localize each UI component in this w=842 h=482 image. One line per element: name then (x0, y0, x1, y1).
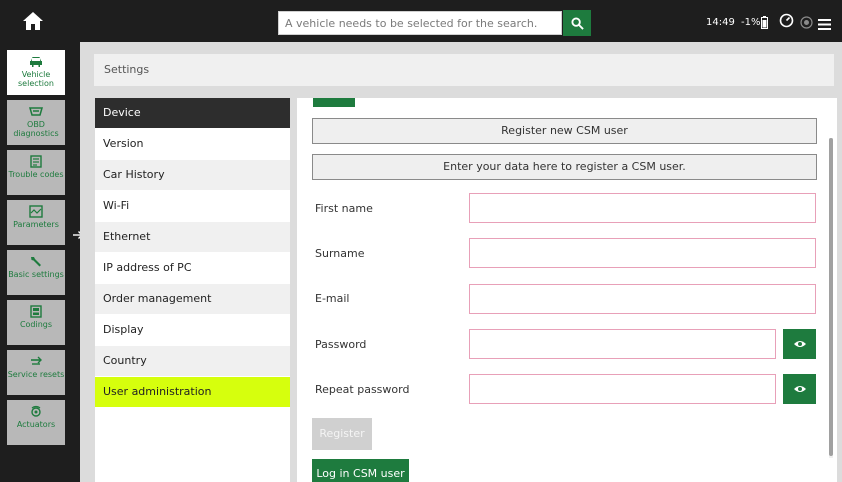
sidebar-item-label: Codings (19, 320, 53, 329)
search-box (278, 11, 562, 35)
main-area: Settings Device Version Car History Wi-F… (80, 42, 842, 482)
search-input[interactable] (279, 12, 561, 35)
menu-item-user-administration[interactable]: User administration (95, 377, 290, 407)
sidebar-item-codings[interactable]: Codings (7, 300, 65, 345)
battery-percent: -1% (741, 17, 761, 28)
menu-item-device[interactable]: Device (95, 98, 290, 128)
service-reset-icon (31, 356, 42, 365)
menu-item-order-management[interactable]: Order management (95, 284, 290, 314)
parameters-icon (29, 205, 43, 218)
obd-connector-icon (29, 107, 43, 116)
search-icon (570, 16, 584, 30)
sidebar: Vehicle selection OBD diagnostics Troubl… (0, 42, 70, 482)
surname-field[interactable] (469, 238, 816, 268)
sidebar-item-basic-settings[interactable]: Basic settings (7, 250, 65, 295)
clock: 14:49 (706, 17, 735, 28)
password-field[interactable] (469, 329, 776, 359)
menu-item-car-history[interactable]: Car History (95, 160, 290, 190)
sidebar-item-label: Service resets (7, 370, 65, 379)
home-icon[interactable] (22, 10, 44, 32)
surname-label: Surname (315, 247, 365, 260)
menu-item-country[interactable]: Country (95, 346, 290, 376)
show-password-button[interactable] (783, 329, 816, 359)
email-field[interactable] (469, 284, 816, 314)
user-admin-panel: Register new CSM user Enter your data he… (297, 98, 837, 482)
sidebar-item-actuators[interactable]: Actuators (7, 400, 65, 445)
car-icon (30, 57, 42, 67)
green-button-partial[interactable] (313, 98, 355, 107)
menu-item-display[interactable]: Display (95, 315, 290, 345)
sidebar-item-vehicle-selection[interactable]: Vehicle selection (7, 50, 65, 95)
password-label: Password (315, 338, 367, 351)
menu-item-wifi[interactable]: Wi-Fi (95, 191, 290, 221)
sidebar-item-label: Vehicle selection (18, 70, 54, 88)
page-title: Settings (104, 63, 150, 76)
sidebar-item-label: Basic settings (8, 270, 64, 279)
settings-menu: Device Version Car History Wi-Fi Etherne… (95, 98, 290, 482)
register-info-bar: Enter your data here to register a CSM u… (312, 154, 817, 180)
eye-icon (793, 341, 806, 347)
repeat-password-label: Repeat password (315, 383, 410, 396)
first-name-field[interactable] (469, 193, 816, 223)
search-button[interactable] (563, 10, 591, 36)
sidebar-item-obd-diagnostics[interactable]: OBD diagnostics (7, 100, 65, 145)
scrollbar-thumb[interactable] (829, 138, 833, 456)
top-bar: 14:49 -1% (0, 0, 842, 42)
app-window: 14:49 -1% (0, 0, 842, 482)
sidebar-item-trouble-codes[interactable]: Trouble codes (7, 150, 65, 195)
menu-item-version[interactable]: Version (95, 129, 290, 159)
sidebar-item-service-resets[interactable]: Service resets (7, 350, 65, 395)
menu-item-ip-address[interactable]: IP address of PC (95, 253, 290, 283)
log-in-csm-user-button[interactable]: Log in CSM user (312, 459, 409, 482)
sidebar-item-label: Actuators (16, 420, 56, 429)
breadcrumb: Settings (94, 54, 834, 86)
show-repeat-password-button[interactable] (783, 374, 816, 404)
menu-item-ethernet[interactable]: Ethernet (95, 222, 290, 252)
hamburger-menu-icon[interactable] (818, 15, 831, 30)
battery-icon (761, 14, 768, 29)
sidebar-item-parameters[interactable]: Parameters (7, 200, 65, 245)
sidebar-item-label: OBD diagnostics (13, 120, 59, 138)
wrench-icon (31, 257, 41, 267)
sidebar-item-label: Trouble codes (8, 170, 64, 179)
eye-icon (793, 386, 806, 392)
register-button[interactable]: Register (312, 418, 372, 450)
codings-icon (30, 305, 42, 318)
register-new-csm-user-button[interactable]: Register new CSM user (312, 118, 817, 144)
first-name-label: First name (315, 202, 373, 215)
email-label: E-mail (315, 292, 350, 305)
trouble-codes-icon (30, 155, 42, 168)
sidebar-item-label: Parameters (13, 220, 59, 229)
status-circle-icon[interactable] (800, 14, 813, 29)
speedometer-icon[interactable] (779, 13, 794, 28)
actuators-icon (31, 405, 41, 417)
repeat-password-field[interactable] (469, 374, 776, 404)
